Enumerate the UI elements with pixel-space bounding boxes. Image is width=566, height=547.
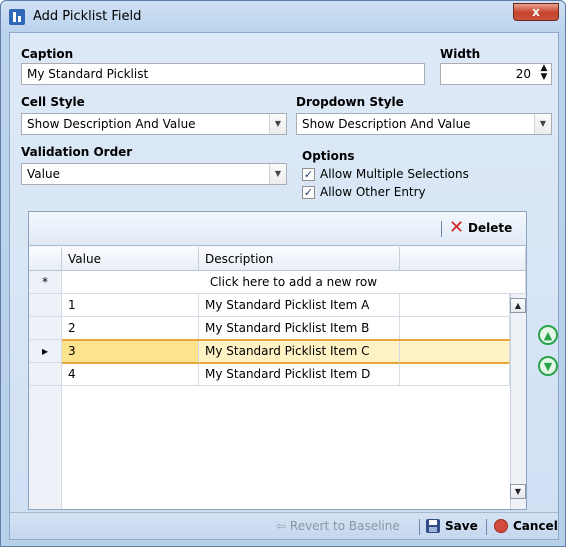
column-header-value[interactable]: Value [62, 247, 199, 271]
validation-order-value: Value [27, 167, 60, 181]
dropdown-style-value: Show Description And Value [302, 117, 471, 131]
save-label: Save [445, 519, 478, 533]
arrow-down-icon: ▼ [543, 360, 553, 373]
cell-extra[interactable] [400, 294, 510, 317]
allow-multiple-selections-checkbox[interactable]: ✓ Allow Multiple Selections [302, 167, 542, 183]
row-indicator[interactable] [29, 317, 62, 340]
cell-style-label: Cell Style [21, 95, 85, 109]
checkmark-icon: ✓ [302, 168, 315, 181]
vertical-scrollbar[interactable]: ▲ ▼ [510, 294, 526, 509]
dialog-footer: ⇦ Revert to Baseline Save Cancel [10, 512, 558, 539]
chevron-down-icon[interactable]: ▼ [269, 164, 286, 184]
dropdown-style-label: Dropdown Style [296, 95, 404, 109]
width-spinner[interactable]: ▲ ▼ [537, 64, 551, 84]
caption-label: Caption [21, 47, 74, 61]
width-label: Width [440, 47, 481, 61]
new-row-indicator: * [29, 271, 62, 294]
allow-other-entry-label: Allow Other Entry [320, 185, 426, 199]
allow-multiple-selections-label: Allow Multiple Selections [320, 167, 469, 181]
close-button[interactable]: x [513, 3, 559, 21]
cell-extra[interactable] [400, 317, 510, 340]
chevron-down-icon[interactable]: ▼ [269, 114, 286, 134]
dialog-body: Caption My Standard Picklist Width 20 ▲ ▼… [9, 32, 559, 540]
footer-separator [419, 519, 420, 535]
revert-label: Revert to Baseline [289, 519, 400, 533]
floppy-disk-icon [426, 519, 440, 533]
delete-icon: ✕ [449, 217, 465, 238]
cell-style-select[interactable]: Show Description And Value ▼ [21, 113, 287, 135]
cell-style-value: Show Description And Value [27, 117, 196, 131]
dropdown-style-select[interactable]: Show Description And Value ▼ [296, 113, 552, 135]
row-indicator-header [29, 247, 62, 271]
revert-icon: ⇦ [276, 519, 287, 533]
cell-value[interactable]: 1 [62, 294, 199, 317]
title-bar: Add Picklist Field x [1, 1, 566, 33]
picklist-grid-panel: ✕ Delete Value Description * Click here … [28, 211, 527, 510]
cell-description[interactable]: My Standard Picklist Item A [199, 294, 400, 317]
width-input[interactable]: 20 ▲ ▼ [440, 63, 552, 85]
cell-description[interactable]: My Standard Picklist Item D [199, 363, 400, 386]
row-indicator[interactable] [29, 294, 62, 317]
arrow-up-icon: ▲ [543, 329, 553, 342]
checkmark-icon: ✓ [302, 186, 315, 199]
caption-input[interactable]: My Standard Picklist [21, 63, 425, 85]
selected-row-indicator[interactable]: ▸ [29, 340, 62, 363]
row-indicator[interactable] [29, 363, 62, 386]
revert-to-baseline-button[interactable]: ⇦ Revert to Baseline [276, 519, 400, 533]
cancel-label: Cancel [513, 519, 558, 533]
row-indicator-column [29, 386, 62, 509]
validation-order-label: Validation Order [21, 145, 133, 159]
delete-label: Delete [468, 221, 513, 235]
footer-separator [486, 519, 487, 535]
scroll-down-button[interactable]: ▼ [510, 484, 526, 499]
cell-extra[interactable] [400, 340, 510, 363]
cell-description[interactable]: My Standard Picklist Item B [199, 317, 400, 340]
app-icon [9, 9, 25, 25]
grid-toolbar: ✕ Delete [29, 212, 526, 246]
window-title: Add Picklist Field [33, 9, 142, 24]
cell-value[interactable]: 4 [62, 363, 199, 386]
cell-extra[interactable] [400, 363, 510, 386]
data-grid: Value Description * Click here to add a … [29, 247, 526, 509]
move-down-button[interactable]: ▼ [538, 356, 558, 376]
delete-button[interactable]: ✕ Delete [449, 217, 519, 238]
toolbar-separator [441, 221, 442, 237]
dialog-window: Add Picklist Field x Caption My Standard… [0, 0, 566, 547]
cell-value[interactable]: 2 [62, 317, 199, 340]
chevron-down-icon[interactable]: ▼ [534, 114, 551, 134]
scroll-up-button[interactable]: ▲ [510, 298, 526, 313]
selection-top-border [62, 339, 510, 341]
cell-value[interactable]: 3 [62, 340, 199, 363]
cancel-icon [494, 519, 508, 533]
move-up-button[interactable]: ▲ [538, 325, 558, 345]
allow-other-entry-checkbox[interactable]: ✓ Allow Other Entry [302, 185, 542, 201]
add-new-row[interactable]: Click here to add a new row [62, 271, 526, 294]
column-header-extra [400, 247, 526, 271]
options-label: Options [302, 149, 355, 163]
validation-order-select[interactable]: Value ▼ [21, 163, 287, 185]
cell-description[interactable]: My Standard Picklist Item C [199, 340, 400, 363]
width-value: 20 [515, 67, 531, 81]
column-header-description[interactable]: Description [199, 247, 400, 271]
